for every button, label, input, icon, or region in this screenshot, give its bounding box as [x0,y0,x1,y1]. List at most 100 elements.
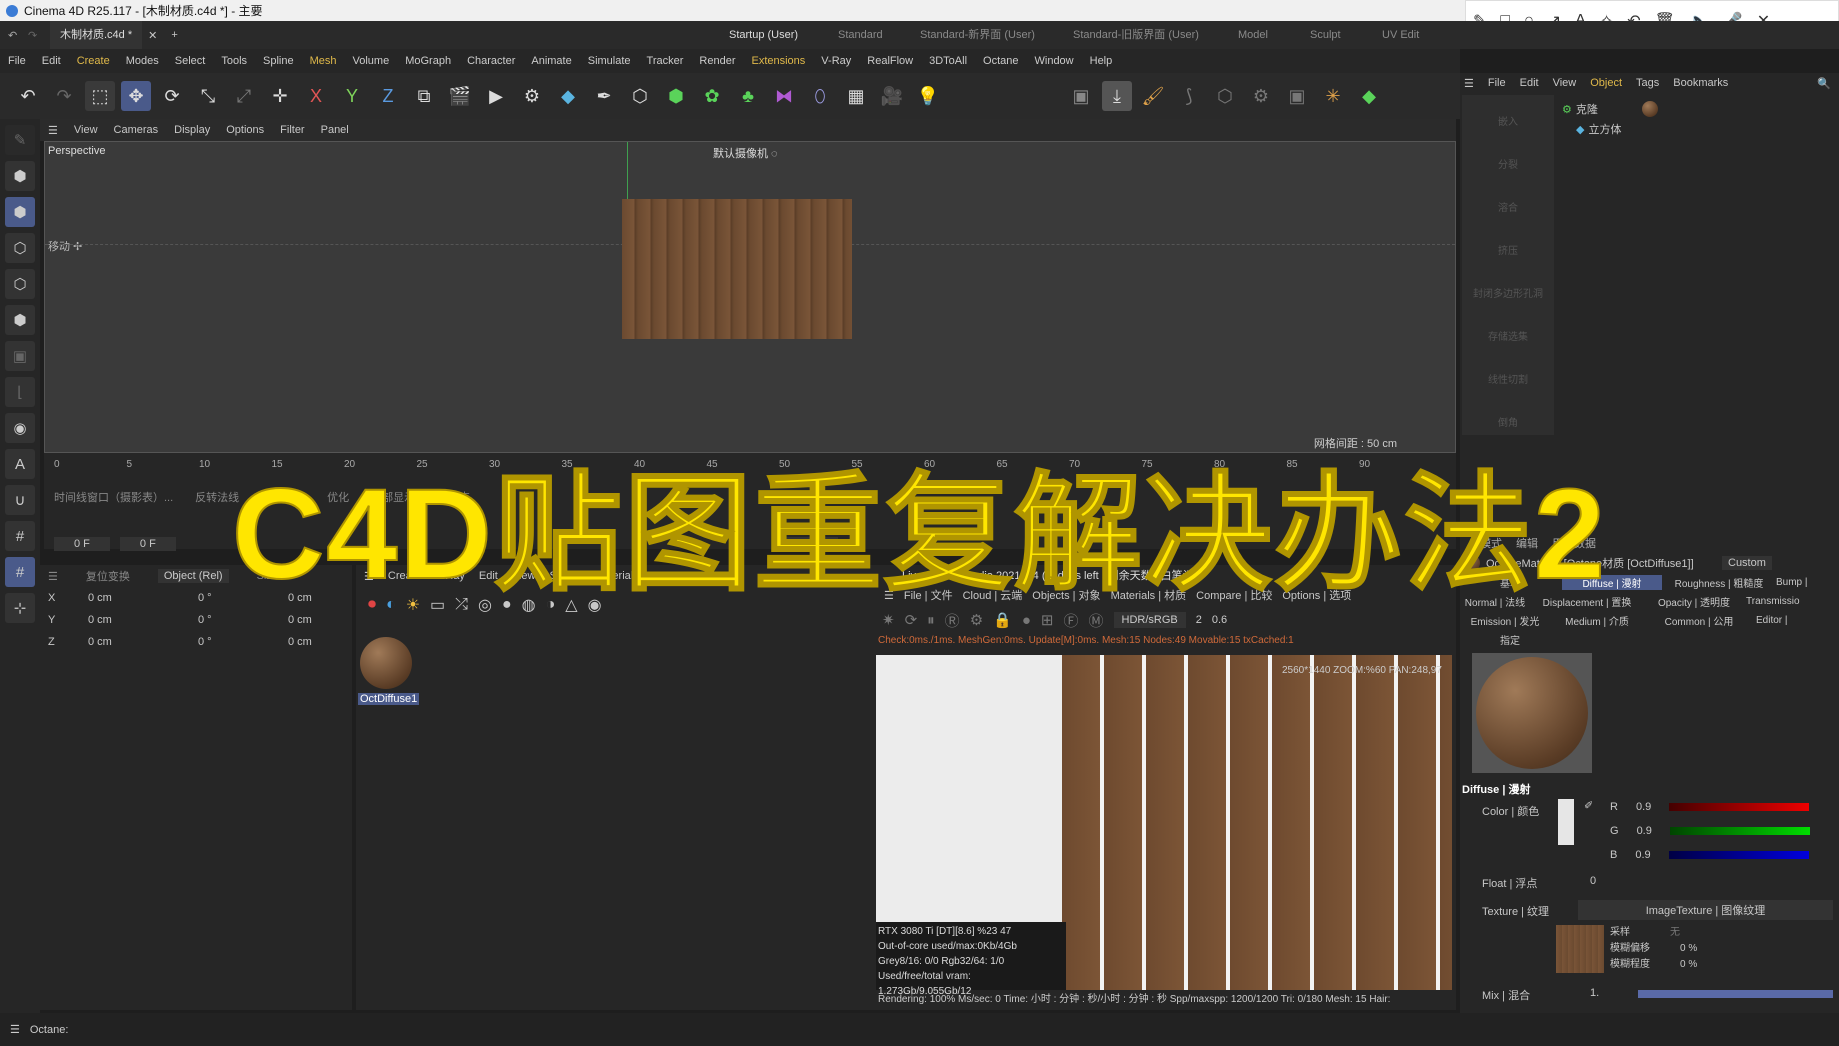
paint-icon[interactable]: 🖌 [1138,81,1168,111]
tab-opacity[interactable]: Opacity | 透明度 [1644,594,1744,609]
color-swatch[interactable] [1558,799,1574,845]
object-name[interactable]: 立方体 [1588,121,1621,137]
vp-menu-view[interactable]: View [74,124,98,136]
camera-icon[interactable]: 🎥 [877,81,907,111]
axis-mode-icon[interactable]: ⌊ [5,377,35,407]
hamburger-icon[interactable]: ☰ [1464,77,1474,90]
transform-icon[interactable]: ⤢ [229,81,259,111]
placement-icon[interactable]: ✛ [265,81,295,111]
tool-b-icon[interactable]: ⬡ [1210,81,1240,111]
om-menu-bookmarks[interactable]: Bookmarks [1673,77,1728,89]
size-field[interactable]: 0 cm [288,636,312,648]
tool-store-selection[interactable]: 存储选集 [1462,328,1554,343]
layout-startup[interactable]: Startup (User) [729,21,798,49]
render-region-icon[interactable]: 🎬 [445,81,475,111]
mix-field[interactable]: 1. [1590,987,1599,999]
tool-extrude[interactable]: 挤压 [1462,242,1554,257]
edge-mode-icon[interactable]: ⬡ [5,269,35,299]
object-row-cube[interactable]: ◆ 立方体 [1576,121,1621,137]
menu-file[interactable]: File [8,55,26,67]
hamburger-icon[interactable]: ☰ [10,1023,20,1036]
material-preview-ball[interactable] [360,637,412,689]
layout-model[interactable]: Model [1238,21,1268,49]
wood-plank-object[interactable] [622,199,852,339]
mix-slider[interactable] [1638,990,1833,998]
tool-embed[interactable]: 嵌入 [1462,113,1554,128]
eyedropper-icon[interactable]: ✐ [1584,799,1593,812]
material-name[interactable]: OctDiffuse1 [358,693,420,705]
om-menu-object[interactable]: Object [1590,77,1622,89]
texture-button[interactable]: ImageTexture | 图像纹理 [1578,900,1833,920]
layout-sculpt[interactable]: Sculpt [1310,21,1341,49]
pause-icon[interactable]: ⏸ [927,612,935,629]
region-icon[interactable]: ⊞ [1041,611,1054,629]
texture-thumbnail[interactable] [1556,925,1604,973]
rot-field[interactable]: 0 ° [198,614,288,626]
layout-standard-new[interactable]: Standard-新界面 (User) [920,21,1035,49]
restart-icon[interactable]: ⟳ [905,611,918,629]
spline-pen-icon[interactable]: ✒ [589,81,619,111]
tool-a-icon[interactable]: ⟆ [1174,81,1204,111]
scale-icon[interactable]: ⤡ [193,81,223,111]
texture-tag-icon[interactable] [1641,101,1658,117]
menu-tracker[interactable]: Tracker [647,55,684,67]
import-icon[interactable]: ⤓ [1102,81,1132,111]
menu-character[interactable]: Character [467,55,515,67]
vp-menu-options[interactable]: Options [226,124,264,136]
om-menu-file[interactable]: File [1488,77,1506,89]
axis-y-icon[interactable]: Y [337,81,367,111]
menu-simulate[interactable]: Simulate [588,55,631,67]
tool-close-hole[interactable]: 封闭多边形孔洞 [1462,285,1554,300]
r-icon[interactable]: Ⓡ [945,610,960,631]
new-tab-icon[interactable]: + [171,29,177,41]
value-field-2[interactable]: 0.6 [1212,614,1227,626]
colorspace-select[interactable]: HDR/sRGB [1113,612,1186,628]
green-cube-icon[interactable]: ◆ [1354,81,1384,111]
blur-amount-field[interactable]: 0 % [1680,957,1697,973]
object-mode-icon[interactable]: ⬢ [5,197,35,227]
vp-menu-filter[interactable]: Filter [280,124,304,136]
vp-menu-panel[interactable]: Panel [321,124,349,136]
menu-animate[interactable]: Animate [531,55,571,67]
g-slider[interactable] [1669,827,1810,835]
layout-standard[interactable]: Standard [838,21,883,49]
b-field[interactable]: 0.9 [1635,849,1650,861]
undo-icon[interactable]: ↶ [8,29,17,42]
axis-lock-icon[interactable]: ⊹ [5,593,35,623]
menu-help[interactable]: Help [1090,55,1113,67]
sample-field[interactable]: 无 [1670,925,1680,941]
menu-vray[interactable]: V-Ray [821,55,851,67]
axis-z-icon[interactable]: Z [373,81,403,111]
menu-mograph[interactable]: MoGraph [405,55,451,67]
size-field[interactable]: 0 cm [288,614,312,626]
tab-assign[interactable]: 指定 [1460,632,1560,647]
sphere-icon[interactable]: ● [1022,612,1031,629]
menu-realflow[interactable]: RealFlow [867,55,913,67]
om-menu-tags[interactable]: Tags [1636,77,1659,89]
menu-volume[interactable]: Volume [353,55,390,67]
close-tab-icon[interactable]: ✕ [148,29,157,42]
material-icon[interactable]: Ⓜ [1088,610,1103,631]
menu-create[interactable]: Create [77,55,110,67]
axis-x-icon[interactable]: X [301,81,331,111]
menu-render[interactable]: Render [699,55,735,67]
field-icon[interactable]: ⬯ [805,81,835,111]
undo-icon[interactable]: ↶ [13,81,43,111]
float-field[interactable]: 0 [1590,875,1596,887]
menu-spline[interactable]: Spline [263,55,294,67]
g-field[interactable]: 0.9 [1637,825,1652,837]
tool-d-icon[interactable]: ▣ [1282,81,1312,111]
mograph-icon[interactable]: ♣ [733,81,763,111]
tool-c-icon[interactable]: ⚙ [1246,81,1276,111]
cloner-icon[interactable]: ✿ [697,81,727,111]
snap-icon[interactable]: ✳ [1318,81,1348,111]
render-view-icon[interactable]: ▶ [481,81,511,111]
redo-icon[interactable]: ↷ [28,29,37,42]
lock-icon[interactable]: 🔒 [993,611,1012,629]
om-menu-edit[interactable]: Edit [1520,77,1539,89]
polygon-mode-icon[interactable]: ⬢ [5,305,35,335]
coordinate-system-icon[interactable]: ⧉ [409,81,439,111]
render-output[interactable] [1062,655,1452,990]
menu-edit[interactable]: Edit [42,55,61,67]
menu-mesh[interactable]: Mesh [310,55,337,67]
